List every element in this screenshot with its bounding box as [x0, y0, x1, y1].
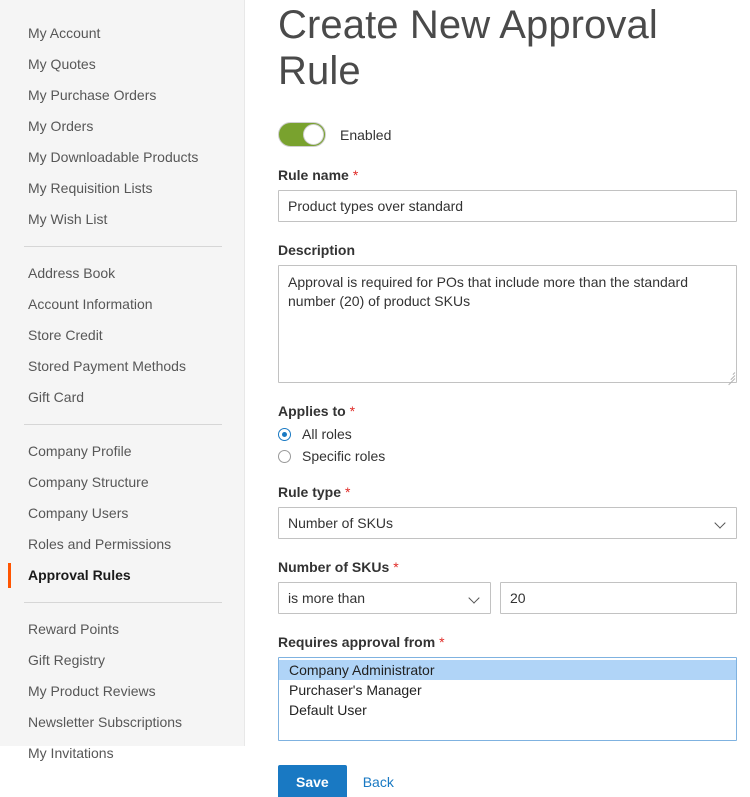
description-label: Description [278, 242, 738, 258]
approver-option-purchasers-manager[interactable]: Purchaser's Manager [279, 680, 736, 700]
required-asterisk: * [350, 403, 355, 419]
applies-to-label-text: Applies to [278, 403, 346, 419]
sidebar-item-my-purchase-orders[interactable]: My Purchase Orders [0, 80, 244, 111]
approvers-field: Requires approval from* Company Administ… [278, 634, 738, 741]
required-asterisk: * [345, 484, 350, 500]
condition-operator-value: is more than [288, 590, 464, 606]
rule-type-field: Rule type* Number of SKUs [278, 484, 738, 539]
page-root: My Account My Quotes My Purchase Orders … [0, 0, 750, 797]
sidebar-group-4: Reward Points Gift Registry My Product R… [0, 614, 244, 769]
radio-all-roles-control[interactable] [278, 428, 291, 441]
radio-specific-roles-label: Specific roles [302, 448, 385, 464]
page-title: Create New Approval Rule [278, 0, 738, 94]
approver-option-default-user[interactable]: Default User [279, 700, 736, 720]
sidebar-item-my-downloadable-products[interactable]: My Downloadable Products [0, 142, 244, 173]
condition-label-text: Number of SKUs [278, 559, 389, 575]
sidebar-item-my-account[interactable]: My Account [0, 18, 244, 49]
sidebar-item-my-quotes[interactable]: My Quotes [0, 49, 244, 80]
sidebar-divider-2 [24, 424, 222, 425]
rule-name-label: Rule name* [278, 167, 738, 183]
radio-all-roles-label: All roles [302, 426, 352, 442]
rule-type-label-text: Rule type [278, 484, 341, 500]
chevron-down-icon [716, 518, 727, 529]
account-sidebar: My Account My Quotes My Purchase Orders … [0, 0, 245, 746]
sidebar-item-my-orders[interactable]: My Orders [0, 111, 244, 142]
approver-option-company-administrator[interactable]: Company Administrator [279, 660, 736, 680]
enabled-toggle[interactable] [278, 122, 326, 147]
rule-name-field: Rule name* [278, 167, 738, 222]
sidebar-item-company-profile[interactable]: Company Profile [0, 436, 244, 467]
sidebar-item-store-credit[interactable]: Store Credit [0, 320, 244, 351]
main-content: Create New Approval Rule Enabled Rule na… [245, 0, 750, 797]
rule-type-select[interactable]: Number of SKUs [278, 507, 737, 539]
condition-operator-select[interactable]: is more than [278, 582, 491, 614]
chevron-down-icon [470, 593, 481, 604]
sidebar-item-company-structure[interactable]: Company Structure [0, 467, 244, 498]
sidebar-item-address-book[interactable]: Address Book [0, 258, 244, 289]
back-link[interactable]: Back [363, 774, 394, 790]
applies-to-field: Applies to* All roles Specific roles [278, 403, 738, 464]
required-asterisk: * [353, 167, 358, 183]
approvers-label-text: Requires approval from [278, 634, 435, 650]
approvers-multiselect[interactable]: Company Administrator Purchaser's Manage… [278, 657, 737, 741]
sidebar-item-my-requisition-lists[interactable]: My Requisition Lists [0, 173, 244, 204]
sidebar-item-newsletter-subscriptions[interactable]: Newsletter Subscriptions [0, 707, 244, 738]
condition-row: is more than [278, 582, 738, 614]
condition-label: Number of SKUs* [278, 559, 738, 575]
sidebar-item-roles-and-permissions[interactable]: Roles and Permissions [0, 529, 244, 560]
sidebar-item-stored-payment-methods[interactable]: Stored Payment Methods [0, 351, 244, 382]
required-asterisk: * [393, 559, 398, 575]
sidebar-item-my-wish-list[interactable]: My Wish List [0, 204, 244, 235]
sidebar-divider-3 [24, 602, 222, 603]
toggle-knob [303, 124, 324, 145]
sidebar-group-3: Company Profile Company Structure Compan… [0, 436, 244, 591]
condition-field: Number of SKUs* is more than [278, 559, 738, 614]
save-button[interactable]: Save [278, 765, 347, 797]
rule-name-label-text: Rule name [278, 167, 349, 183]
enabled-toggle-label: Enabled [340, 127, 391, 143]
status-toggle-row: Enabled [278, 122, 738, 147]
radio-specific-roles-control[interactable] [278, 450, 291, 463]
sidebar-item-my-product-reviews[interactable]: My Product Reviews [0, 676, 244, 707]
description-wrap: Approval is required for POs that includ… [278, 265, 737, 383]
applies-to-label: Applies to* [278, 403, 738, 419]
sidebar-group-1: My Account My Quotes My Purchase Orders … [0, 18, 244, 235]
rule-type-label: Rule type* [278, 484, 738, 500]
sidebar-item-account-information[interactable]: Account Information [0, 289, 244, 320]
radio-specific-roles[interactable]: Specific roles [278, 448, 738, 464]
sidebar-item-reward-points[interactable]: Reward Points [0, 614, 244, 645]
sidebar-group-2: Address Book Account Information Store C… [0, 258, 244, 413]
condition-value-input[interactable] [500, 582, 737, 614]
sidebar-item-gift-card[interactable]: Gift Card [0, 382, 244, 413]
sidebar-item-approval-rules[interactable]: Approval Rules [0, 560, 244, 591]
approvers-label: Requires approval from* [278, 634, 738, 650]
sidebar-item-my-invitations[interactable]: My Invitations [0, 738, 244, 769]
rule-type-value: Number of SKUs [288, 515, 710, 531]
rule-name-input[interactable] [278, 190, 737, 222]
form-actions: Save Back [278, 765, 738, 797]
sidebar-item-company-users[interactable]: Company Users [0, 498, 244, 529]
description-textarea[interactable]: Approval is required for POs that includ… [278, 265, 737, 383]
sidebar-divider-1 [24, 246, 222, 247]
radio-all-roles[interactable]: All roles [278, 426, 738, 442]
sidebar-item-gift-registry[interactable]: Gift Registry [0, 645, 244, 676]
required-asterisk: * [439, 634, 444, 650]
description-field: Description Approval is required for POs… [278, 242, 738, 383]
